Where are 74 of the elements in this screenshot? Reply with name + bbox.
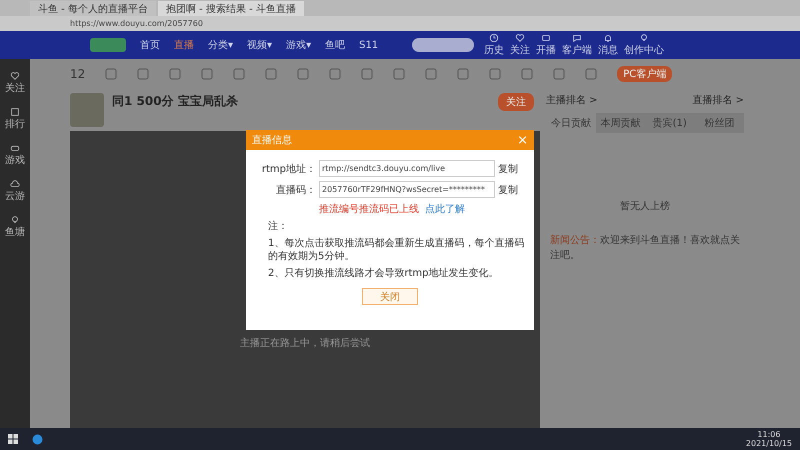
nav-action-label[interactable]: 客户端	[562, 43, 592, 57]
note-text: 注：	[267, 220, 289, 233]
nav-link[interactable]: 鱼吧	[325, 38, 346, 52]
tool-icon[interactable]	[393, 68, 406, 80]
browser-tab[interactable]: 抱团啊 - 搜索结果 - 斗鱼直播	[158, 1, 304, 16]
cloud-icon[interactable]	[10, 179, 20, 189]
nav-link[interactable]: 游戏▾	[286, 38, 312, 52]
learn-more-link[interactable]: 点此了解	[425, 204, 465, 215]
bell-icon[interactable]	[603, 33, 614, 43]
sidebar-item[interactable]: 云游	[5, 189, 25, 203]
nav-action-label[interactable]: 消息	[598, 43, 618, 57]
player-status: 主播正在路上中，请稍后尝试	[240, 336, 370, 350]
sidebar-item[interactable]: 关注	[5, 81, 25, 95]
nav-action-label[interactable]: 关注	[510, 43, 530, 57]
nav-link[interactable]: 视频▾	[247, 38, 272, 52]
rank-link[interactable]: 直播排名 >	[692, 93, 744, 107]
tool-icon[interactable]	[553, 68, 566, 80]
bulb-icon[interactable]	[10, 215, 20, 225]
nav-action-label[interactable]: 开播	[536, 43, 556, 57]
rank-tab[interactable]: 今日贡献	[546, 113, 596, 133]
tool-icon[interactable]	[137, 68, 150, 80]
windows-logo-icon[interactable]	[8, 434, 18, 444]
dialog-title: 直播信息	[252, 134, 292, 147]
pc-client-button[interactable]: PC客户端	[617, 66, 672, 82]
nav-link[interactable]: 分类▾	[208, 38, 234, 52]
search-field[interactable]	[412, 38, 474, 52]
chat-icon[interactable]	[572, 33, 582, 43]
tool-icon[interactable]	[329, 68, 342, 80]
tool-icon[interactable]	[361, 68, 374, 80]
tool-icon[interactable]	[105, 68, 118, 80]
tool-icon[interactable]	[297, 68, 310, 80]
bulb-icon[interactable]	[639, 33, 650, 43]
heart-icon[interactable]	[10, 71, 20, 81]
tool-icon[interactable]	[265, 68, 278, 80]
clock-time: 11:06	[756, 430, 782, 439]
clock-date: 2021/10/15	[746, 439, 792, 448]
field-label: rtmp地址：	[260, 162, 316, 176]
sidebar-item[interactable]: 游戏	[5, 153, 25, 167]
follow-button[interactable]: 关注	[498, 93, 534, 111]
tool-icon[interactable]	[457, 68, 470, 80]
sidebar-item[interactable]: 排行	[5, 117, 25, 131]
copy-link[interactable]: 复制	[498, 182, 518, 196]
tool-icon[interactable]	[521, 68, 534, 80]
copy-link[interactable]: 复制	[498, 162, 518, 176]
field-label: 直播码：	[275, 184, 316, 196]
heart-icon[interactable]	[515, 33, 526, 43]
browser-icon[interactable]	[32, 434, 43, 444]
input-field[interactable]: 2057760rTF29fHNQ?wsSecret=*********	[319, 181, 495, 198]
score-value: 12	[70, 67, 86, 81]
notice-text: 新闻公告：欢迎来到斗鱼直播！喜欢就点关注吧。	[549, 234, 741, 263]
input-field[interactable]: rtmp://sendtc3.douyu.com/live	[319, 160, 495, 177]
empty-rank-text: 暂无人上榜	[619, 200, 671, 214]
address-field[interactable]: https://www.douyu.com/2057760	[70, 19, 203, 28]
rank-link[interactable]: 主播排名 >	[546, 93, 598, 107]
warning-text: 推流编号推流码已上线	[319, 204, 419, 215]
site-logo[interactable]	[90, 38, 126, 52]
clock-icon[interactable]	[489, 33, 500, 43]
tool-icon[interactable]	[425, 68, 438, 80]
tool-icon[interactable]	[585, 68, 598, 80]
tool-icon[interactable]	[169, 68, 182, 80]
sidebar-item[interactable]: 鱼塘	[5, 225, 25, 239]
nav-action-label[interactable]: 创作中心	[624, 43, 664, 57]
nav-link[interactable]: 直播	[174, 38, 194, 52]
note-text: 2、只有切换推流线路才会导致rtmp地址发生变化。	[267, 267, 500, 280]
tool-icon[interactable]	[233, 68, 246, 80]
nav-action-label[interactable]: 历史	[484, 43, 504, 57]
tool-icon[interactable]	[201, 68, 214, 80]
nav-link[interactable]: 首页	[140, 38, 160, 52]
note-text: 1、每次点击获取推流码都会重新生成直播码，每个直播码的有效期为5分钟。	[267, 237, 526, 263]
tool-icon[interactable]	[489, 68, 502, 80]
room-title: 同1 500分 宝宝局乱杀	[112, 93, 239, 110]
game-icon[interactable]	[10, 143, 20, 153]
browser-tab[interactable]: 斗鱼 - 每个人的直播平台	[30, 1, 156, 16]
nav-link[interactable]: S11	[359, 40, 378, 50]
